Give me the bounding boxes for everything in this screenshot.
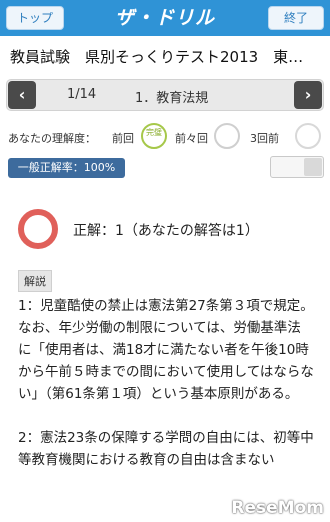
explanation-paragraph: 2：憲法23条の保障する学問の自由には、初等中等教育機関における教育の自由は含ま…: [18, 430, 314, 468]
explanation-body: 1：児童酷使の禁止は憲法第27条第３項で規定。なお、年少労働の制限については、労…: [18, 295, 314, 493]
understanding-row: あなたの理解度： 前回 完璧 前々回 3回前: [8, 122, 326, 152]
explanation-paragraph: 1：児童酷使の禁止は憲法第27条第３項で規定。なお、年少労働の制限については、労…: [18, 298, 314, 402]
question-position: 1/14: [67, 87, 97, 102]
toggle-knob[interactable]: [304, 158, 322, 176]
display-toggle[interactable]: [270, 156, 324, 178]
question-category: 1．教育法規: [135, 91, 209, 106]
perfect-stamp-icon: 完璧: [141, 123, 167, 149]
watermark-logo: ReseMom: [231, 498, 324, 518]
app-logo: ザ・ドリル: [114, 7, 215, 29]
prev-label: 前回: [112, 132, 134, 145]
next-arrow-icon[interactable]: ›: [294, 81, 322, 109]
understanding-label: あなたの理解度：: [8, 132, 96, 145]
prev2-label: 前々回: [175, 132, 208, 145]
question-nav: ‹ 1/14 1．教育法規 ›: [6, 79, 324, 111]
correct-rate-badge: 一般正解率：100%: [8, 158, 125, 178]
empty-stamp-icon: [214, 123, 240, 149]
empty-stamp-icon: [295, 123, 321, 149]
end-button[interactable]: 終了: [268, 6, 324, 30]
prev-arrow-icon[interactable]: ‹: [8, 81, 36, 109]
prev3-label: 3回前: [250, 132, 279, 145]
correct-circle-icon: [18, 209, 58, 249]
result-text: 正解：1（あなたの解答は1）: [73, 223, 259, 239]
page-title: 教員試験 県別そっくりテスト2013 東…: [10, 48, 304, 66]
top-button[interactable]: トップ: [6, 6, 64, 30]
explanation-tag: 解説: [18, 270, 52, 292]
top-bar: トップ ザ・ドリル 終了: [0, 0, 330, 36]
